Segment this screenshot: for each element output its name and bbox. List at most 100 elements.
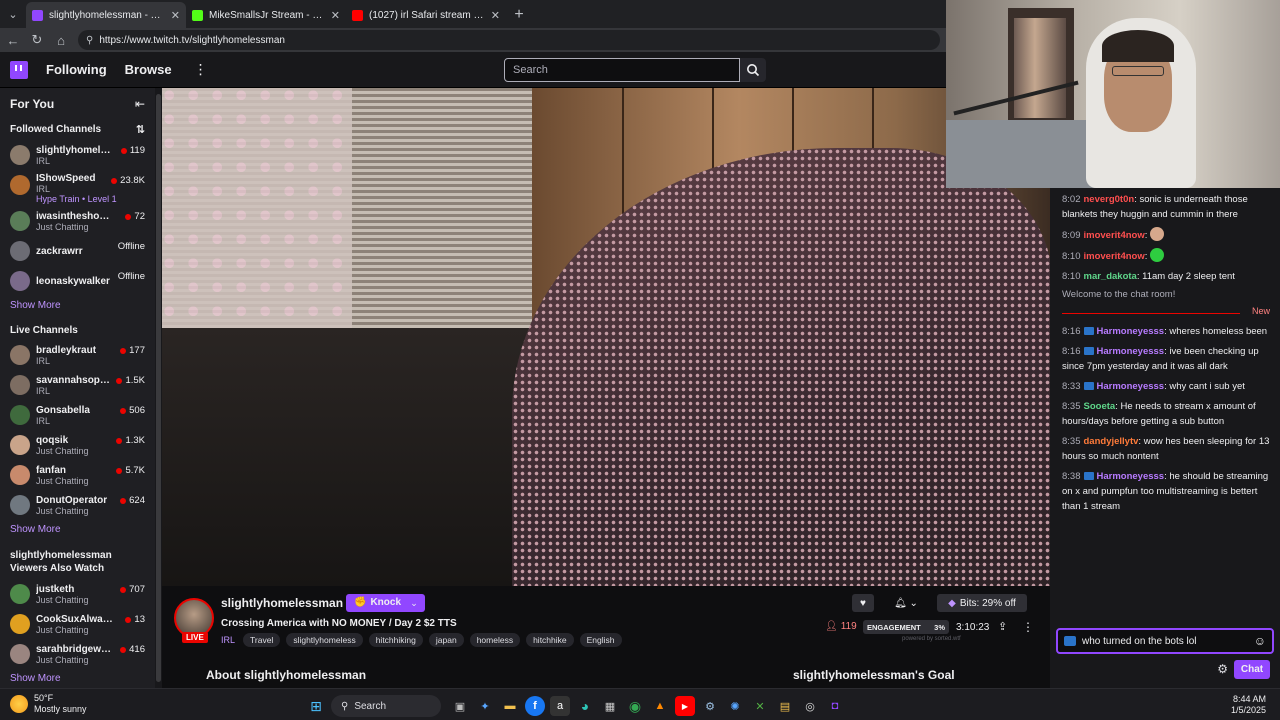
stream-tag[interactable]: japan [428, 633, 464, 647]
followed-channel-item[interactable]: iwasintheshower Just Chatting 72 [0, 206, 155, 236]
stream-tag[interactable]: Travel [243, 633, 281, 647]
calculator-icon[interactable]: ▦ [600, 696, 620, 716]
twitch-logo-icon[interactable] [10, 60, 28, 79]
search-button[interactable] [740, 58, 766, 82]
browser-tab[interactable]: (1027) irl Safari stream in Ok ✕ [346, 2, 506, 28]
sort-icon[interactable]: ⇅ [136, 123, 145, 136]
live-channel-item[interactable]: DonutOperator Just Chatting 624 [0, 490, 155, 520]
steam-icon[interactable]: ⚙ [700, 696, 720, 716]
sidebar-scrollbar[interactable] [155, 88, 162, 688]
home-icon[interactable]: ⌂ [54, 33, 68, 48]
chat-username[interactable]: Sooeta [1084, 401, 1116, 412]
file-explorer-icon[interactable]: ▬ [500, 696, 520, 716]
tab-close-icon[interactable]: ✕ [491, 9, 500, 22]
followed-channel-item[interactable]: leonaskywalker Offline [0, 266, 155, 296]
webcam-glasses [1112, 66, 1164, 76]
stream-tag[interactable]: homeless [469, 633, 521, 647]
edge-icon[interactable]: ◕ [575, 696, 595, 716]
show-more-followed[interactable]: Show More [0, 296, 155, 315]
chat-username[interactable]: Harmoneyesss [1097, 471, 1165, 482]
live-channel-item[interactable]: Gonsabella IRL 506 [0, 400, 155, 430]
show-more-live[interactable]: Show More [0, 520, 155, 539]
reload-icon[interactable]: ↻ [30, 32, 44, 48]
search-input[interactable]: Search [504, 58, 740, 82]
knock-button[interactable]: ✊ Knock [346, 594, 410, 612]
show-more-also[interactable]: Show More [0, 669, 155, 688]
live-dot-icon [125, 213, 132, 220]
also-watch-item[interactable]: sarahbridgewat... Just Chatting 416 [0, 639, 155, 669]
obs-icon[interactable]: ◎ [800, 696, 820, 716]
webcam-doorway [1008, 8, 1074, 128]
chat-message: 8:35 dandyjellytv: wow hes been sleeping … [1062, 436, 1270, 462]
live-channel-item[interactable]: qoqsik Just Chatting 1.3K [0, 430, 155, 460]
video-player[interactable] [162, 88, 1050, 586]
amazon-icon[interactable]: a [550, 696, 570, 716]
live-channel-item[interactable]: savannahsophi... IRL 1.5K [0, 370, 155, 400]
browser-tab[interactable]: MikeSmallsJr Stream - Watch ✕ [186, 2, 346, 28]
url-field[interactable]: ⚲ https://www.twitch.tv/slightlyhomeless… [78, 30, 940, 50]
stream-tag[interactable]: hitchhike [526, 633, 574, 647]
chat-input[interactable]: who turned on the bots lol ☺ [1056, 628, 1274, 654]
notifications-button[interactable]: 🔔︎ ⌄ [888, 594, 924, 612]
also-watch-item[interactable]: CookSuxAlway... Just Chatting 13 [0, 609, 155, 639]
copilot-icon[interactable]: ✦ [475, 696, 495, 716]
chat-username[interactable]: Harmoneyesss [1097, 346, 1165, 357]
chat-timestamp: 8:35 [1062, 401, 1081, 412]
bits-button[interactable]: ◆ Bits: 29% off [937, 594, 1027, 612]
task-view-icon[interactable]: ▣ [450, 696, 470, 716]
browser-tab[interactable]: slightlyhomelessman - Twitch ✕ [26, 2, 186, 28]
new-tab-button[interactable]: + [506, 2, 532, 28]
nav-browse[interactable]: Browse [125, 62, 172, 77]
chat-username[interactable]: imoverit4now [1084, 230, 1145, 241]
tab-close-icon[interactable]: ✕ [331, 9, 340, 22]
share-icon[interactable]: ⇪ [998, 620, 1007, 633]
live-channels-heading: Live Channels [10, 325, 78, 336]
live-channel-item[interactable]: bradleykraut IRL 177 [0, 340, 155, 370]
chrome-icon[interactable]: ◉ [625, 696, 645, 716]
chat-badge-icon[interactable] [1064, 636, 1076, 646]
also-watch-item[interactable]: justketh Just Chatting 707 [0, 579, 155, 609]
streamer-name[interactable]: slightlyhomelessman [221, 596, 343, 610]
stream-tag[interactable]: English [579, 633, 622, 647]
windows-start-icon[interactable]: ⊞ [306, 696, 326, 716]
weather-widget[interactable]: 50°F Mostly sunny [10, 693, 87, 715]
channel-avatar [10, 211, 30, 231]
stream-tag[interactable]: slightlyhomeless [286, 633, 363, 647]
taskbar-search[interactable]: ⚲ Search [331, 695, 441, 717]
twitch-app-icon[interactable]: ◘ [825, 696, 845, 716]
channel-avatar [10, 241, 30, 261]
collapse-sidebar-icon[interactable]: ⇤ [135, 97, 145, 111]
chat-username[interactable]: Harmoneyesss [1097, 381, 1165, 392]
emote-picker-icon[interactable]: ☺ [1254, 634, 1266, 648]
followed-channel-item[interactable]: IShowSpeed IRL Hype Train • Level 1 23.8K [0, 170, 155, 206]
more-actions-icon[interactable]: ⋮ [1022, 620, 1034, 634]
back-icon[interactable]: ← [6, 33, 20, 48]
facebook-icon[interactable]: f [525, 696, 545, 716]
site-info-icon[interactable]: ⚲ [86, 35, 93, 46]
chat-username[interactable]: neverg0t0n [1084, 194, 1135, 205]
system-clock[interactable]: 8:44 AM 1/5/2025 [1231, 694, 1266, 716]
chat-username[interactable]: Harmoneyesss [1097, 326, 1165, 337]
chat-username[interactable]: imoverit4now [1084, 251, 1145, 262]
chat-settings-icon[interactable]: ⚙ [1217, 662, 1228, 676]
more-options-icon[interactable]: ⋮ [194, 61, 208, 78]
follow-heart-button[interactable]: ♥ [852, 594, 874, 612]
stream-tag[interactable]: hitchhiking [368, 633, 423, 647]
category-link[interactable]: IRL [221, 635, 235, 645]
followed-channel-item[interactable]: zackrawrr Offline [0, 236, 155, 266]
chat-send-button[interactable]: Chat [1234, 660, 1270, 679]
vlc-icon[interactable]: ▲ [650, 696, 670, 716]
live-channel-item[interactable]: fanfan Just Chatting 5.7K [0, 460, 155, 490]
nav-following[interactable]: Following [46, 62, 107, 77]
chat-timestamp: 8:10 [1062, 251, 1081, 262]
chat-username[interactable]: dandyjellytv [1084, 436, 1139, 447]
youtube-icon[interactable]: ▶ [675, 696, 695, 716]
notes-icon[interactable]: ▤ [775, 696, 795, 716]
knock-dropdown-icon[interactable]: ⌄ [403, 594, 425, 612]
chat-username[interactable]: mar_dakota [1084, 271, 1137, 282]
xbox-icon[interactable]: ✕ [750, 696, 770, 716]
tab-close-icon[interactable]: ✕ [171, 9, 180, 22]
network-app-icon[interactable]: ✺ [725, 696, 745, 716]
followed-channel-item[interactable]: slightlyhomeles... IRL 119 [0, 140, 155, 170]
tab-search-menu-icon[interactable]: ⌄ [0, 0, 26, 28]
